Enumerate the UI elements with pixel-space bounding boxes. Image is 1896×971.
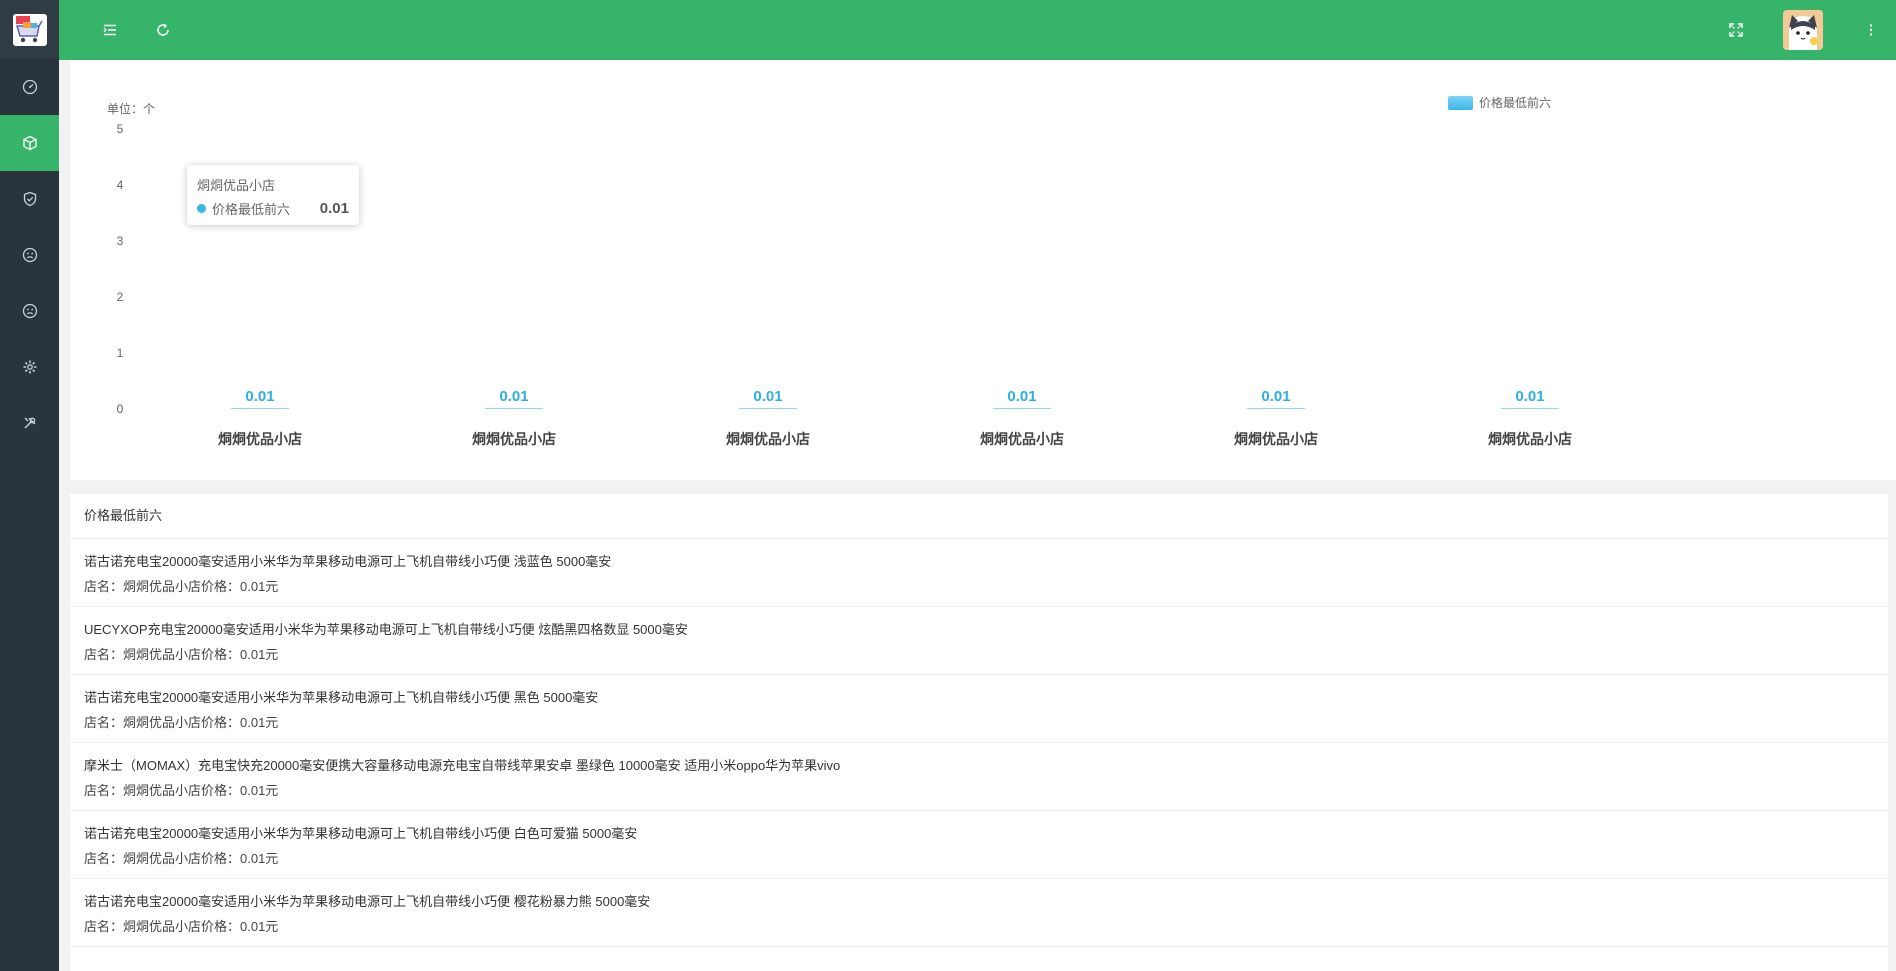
tooltip-series-dot bbox=[197, 204, 206, 213]
legend-swatch bbox=[1448, 95, 1473, 110]
avatar[interactable] bbox=[1783, 10, 1823, 50]
more-vertical-icon bbox=[1869, 24, 1873, 36]
fullscreen-button[interactable] bbox=[1724, 18, 1748, 42]
product-meta: 店名：烔烔优品小店价格：0.01元 bbox=[84, 850, 279, 866]
list-item[interactable]: 诺古诺充电宝20000毫安适用小米华为苹果移动电源可上飞机自带线小巧便 白色可爱… bbox=[70, 811, 1888, 879]
gear-icon bbox=[23, 360, 36, 374]
sidebar bbox=[0, 0, 59, 971]
tooltip-row: 价格最低前六 0.01 bbox=[197, 199, 349, 218]
product-name: UECYXOP充电宝20000毫安适用小米华为苹果移动电源可上飞机自带线小巧便 … bbox=[84, 621, 688, 637]
fullscreen-icon bbox=[1729, 23, 1743, 37]
cat-avatar-icon bbox=[1783, 10, 1823, 50]
chart-tooltip: 烔烔优品小店 价格最低前六 0.01 bbox=[187, 165, 359, 225]
refresh-button[interactable] bbox=[151, 18, 175, 42]
sidebar-item-feedback-2[interactable] bbox=[0, 283, 59, 339]
dashboard-icon bbox=[22, 79, 37, 95]
bar[interactable] bbox=[739, 408, 797, 409]
bar[interactable] bbox=[993, 408, 1051, 409]
product-meta: 店名：烔烔优品小店价格：0.01元 bbox=[84, 646, 279, 662]
lowest-price-list: 价格最低前六 诺古诺充电宝20000毫安适用小米华为苹果移动电源可上飞机自带线小… bbox=[70, 494, 1888, 971]
product-name: 诺古诺充电宝20000毫安适用小米华为苹果移动电源可上飞机自带线小巧便 浅蓝色 … bbox=[84, 553, 612, 569]
x-tick-label: 烔烔优品小店 bbox=[980, 431, 1064, 447]
product-name: 诺古诺充电宝20000毫安适用小米华为苹果移动电源可上飞机自带线小巧便 白色可爱… bbox=[84, 825, 638, 841]
sidebar-item-tools[interactable] bbox=[0, 395, 59, 451]
legend-label: 价格最低前六 bbox=[1479, 96, 1552, 110]
sidebar-item-products[interactable] bbox=[0, 115, 59, 171]
product-name: 诺古诺充电宝20000毫安适用小米华为苹果移动电源可上飞机自带线小巧便 黑色 5… bbox=[84, 689, 599, 705]
y-tick-label: 3 bbox=[116, 234, 124, 248]
chart-legend[interactable]: 价格最低前六 bbox=[1448, 94, 1551, 111]
y-tick-label: 4 bbox=[116, 178, 124, 192]
list-item[interactable]: 诺古诺充电宝20000毫安适用小米华为苹果移动电源可上飞机自带线小巧便 黑色 5… bbox=[70, 675, 1888, 743]
y-tick-label: 2 bbox=[116, 290, 124, 304]
logo[interactable] bbox=[0, 0, 59, 59]
tools-icon bbox=[23, 417, 36, 429]
sad-face-icon bbox=[22, 303, 37, 319]
bar-value-label: 0.01 bbox=[1007, 388, 1037, 405]
x-tick-label: 烔烔优品小店 bbox=[472, 431, 556, 447]
product-meta: 店名：烔烔优品小店价格：0.01元 bbox=[84, 782, 279, 798]
product-meta: 店名：烔烔优品小店价格：0.01元 bbox=[84, 714, 279, 730]
bar[interactable] bbox=[485, 408, 543, 409]
x-tick-label: 烔烔优品小店 bbox=[1488, 431, 1572, 447]
list-item[interactable]: 诺古诺充电宝20000毫安适用小米华为苹果移动电源可上飞机自带线小巧便 樱花粉暴… bbox=[70, 879, 1888, 947]
product-meta: 店名：烔烔优品小店价格：0.01元 bbox=[84, 578, 279, 594]
tooltip-series-name: 价格最低前六 bbox=[212, 202, 291, 217]
y-tick-label: 5 bbox=[116, 122, 124, 136]
chart-panel: 单位：个 价格最低前六 5 4 3 2 1 0 0.01 烔烔优品小店 0.01 烔烔… bbox=[70, 60, 1896, 480]
tooltip-title: 烔烔优品小店 bbox=[197, 178, 276, 193]
menu-fold-icon bbox=[103, 24, 116, 36]
list-title: 价格最低前六 bbox=[70, 494, 1888, 539]
sidebar-item-security[interactable] bbox=[0, 171, 59, 227]
sidebar-item-dashboard[interactable] bbox=[0, 59, 59, 115]
y-tick-label: 1 bbox=[116, 346, 124, 360]
top-header bbox=[59, 0, 1896, 60]
shield-check-icon bbox=[23, 191, 36, 207]
bar-value-label: 0.01 bbox=[499, 388, 529, 405]
chart-unit-label: 单位：个 bbox=[107, 102, 156, 116]
list-item[interactable]: 摩米士（MOMAX）充电宝快充20000毫安便携大容量移动电源充电宝自带线苹果安… bbox=[70, 743, 1888, 811]
bar-value-label: 0.01 bbox=[245, 388, 275, 405]
cube-icon bbox=[22, 135, 37, 151]
product-name: 诺古诺充电宝20000毫安适用小米华为苹果移动电源可上飞机自带线小巧便 樱花粉暴… bbox=[84, 893, 651, 909]
x-tick-label: 烔烔优品小店 bbox=[726, 431, 810, 447]
bar[interactable] bbox=[1247, 408, 1305, 409]
bar-value-label: 0.01 bbox=[1261, 388, 1291, 405]
sidebar-item-feedback-1[interactable] bbox=[0, 227, 59, 283]
bar[interactable] bbox=[231, 408, 289, 409]
tooltip-value: 0.01 bbox=[319, 200, 349, 217]
x-tick-label: 烔烔优品小店 bbox=[218, 431, 302, 447]
more-menu-button[interactable] bbox=[1859, 18, 1883, 42]
bar-value-label: 0.01 bbox=[753, 388, 783, 405]
menu-toggle-button[interactable] bbox=[98, 18, 122, 42]
x-tick-label: 烔烔优品小店 bbox=[1234, 431, 1318, 447]
shopping-cart-logo-icon bbox=[12, 13, 47, 46]
list-item[interactable]: 诺古诺充电宝20000毫安适用小米华为苹果移动电源可上飞机自带线小巧便 浅蓝色 … bbox=[70, 539, 1888, 607]
product-meta: 店名：烔烔优品小店价格：0.01元 bbox=[84, 918, 279, 934]
y-tick-label: 0 bbox=[116, 402, 124, 416]
refresh-icon bbox=[157, 23, 169, 36]
sidebar-item-settings[interactable] bbox=[0, 339, 59, 395]
sad-face-icon bbox=[22, 247, 37, 263]
product-name: 摩米士（MOMAX）充电宝快充20000毫安便携大容量移动电源充电宝自带线苹果安… bbox=[84, 757, 841, 773]
bar-value-label: 0.01 bbox=[1515, 388, 1545, 405]
bar[interactable] bbox=[1501, 408, 1559, 409]
list-item[interactable]: UECYXOP充电宝20000毫安适用小米华为苹果移动电源可上飞机自带线小巧便 … bbox=[70, 607, 1888, 675]
